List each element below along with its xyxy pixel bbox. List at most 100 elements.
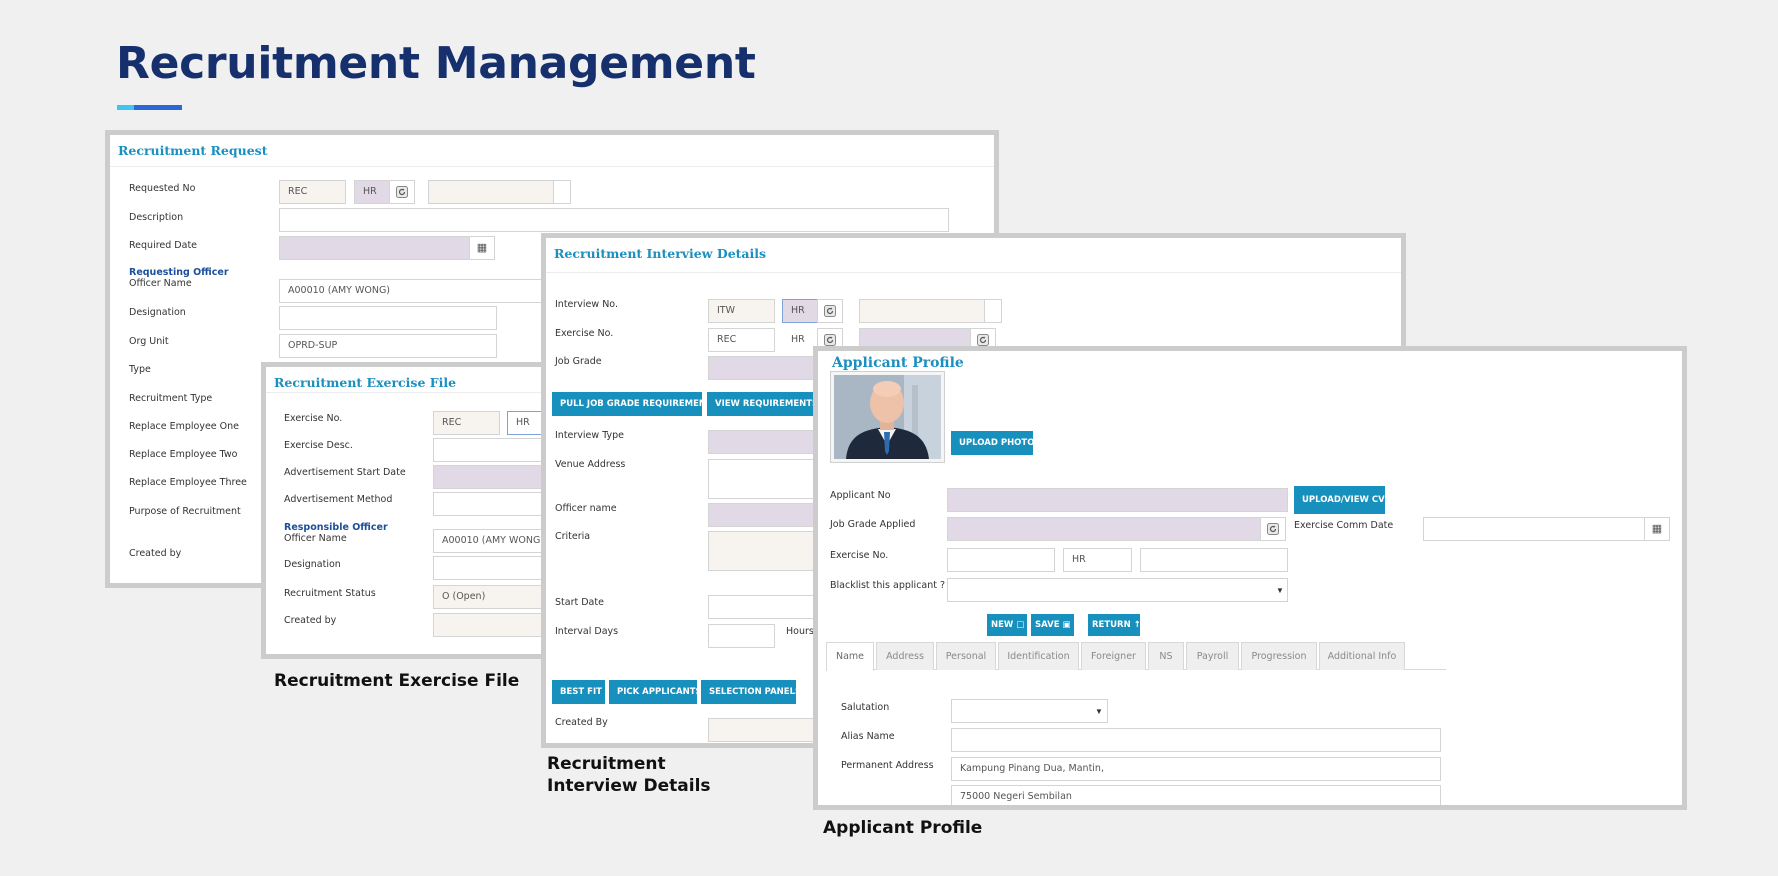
description-label: Description [129,212,184,223]
pick-applicants-button[interactable]: PICK APPLICANTS [609,680,702,704]
applicant-no-field[interactable] [947,488,1288,512]
recruitment-exercise-panel: Recruitment Exercise File Exercise No. R… [261,362,546,659]
officer-name-field[interactable]: A00010 (AMY WONG) [433,529,541,553]
org-unit-field[interactable]: OPRD-SUP [279,334,497,358]
exercise-comm-date-field[interactable] [1423,517,1645,541]
new-button[interactable]: NEW □ [987,614,1027,636]
best-fit-button[interactable]: BEST FIT [552,680,605,704]
requested-extra-field[interactable] [428,180,554,204]
tab-address[interactable]: Address [876,642,934,670]
replace-three-label: Replace Employee Three [129,477,247,488]
interview-no-label: Interview No. [555,299,618,310]
salutation-select[interactable] [951,699,1108,723]
exercise-no-label: Exercise No. [284,413,343,424]
panel-title: Applicant Profile [832,355,964,371]
designation-field[interactable] [279,306,497,330]
criteria-field[interactable] [708,531,828,571]
applicant-no-label: Applicant No [830,490,891,501]
responsible-officer-heading: Responsible Officer [284,522,388,533]
officer-name-field[interactable] [708,503,828,527]
purpose-label: Purpose of Recruitment [129,506,241,517]
required-date-field[interactable] [279,236,470,260]
criteria-label: Criteria [555,531,591,542]
exercise-comm-date-label: Exercise Comm Date [1294,520,1394,531]
designation-field[interactable] [433,556,541,580]
interval-days-field[interactable] [708,624,775,648]
selection-panels-button[interactable]: SELECTION PANELS [701,680,801,704]
tab-payroll[interactable]: Payroll [1186,642,1239,670]
panel-title: Recruitment Request [118,143,268,158]
tab-additional-info[interactable]: Additional Info [1319,642,1405,670]
refresh-icon[interactable] [817,299,843,323]
status-field[interactable]: O (Open) [433,585,541,609]
panel-title: Recruitment Interview Details [554,246,767,261]
profile-tabs: Name Address Personal Identification For… [826,642,1446,671]
description-field[interactable] [279,208,949,232]
created-by-label: Created by [129,548,182,559]
exercise-no-field[interactable] [947,548,1055,572]
return-button[interactable]: RETURN ↑ [1088,614,1141,636]
calendar-icon[interactable]: ▦ [1644,517,1670,541]
tab-progression[interactable]: Progression [1241,642,1317,670]
org-unit-label: Org Unit [129,336,169,347]
interval-days-label: Interval Days [555,626,619,637]
tab-personal[interactable]: Personal [936,642,996,670]
interview-dept-field[interactable]: HR [782,299,818,323]
applicant-photo [830,371,945,463]
refresh-icon[interactable] [1260,517,1286,541]
interview-extra-field[interactable] [859,299,985,323]
interview-extra-button[interactable] [984,299,1002,323]
adv-method-field[interactable] [433,492,541,516]
venue-field[interactable] [708,459,828,499]
blacklist-label: Blacklist this applicant ? [830,580,946,591]
exercise-no-field[interactable]: REC [708,328,775,352]
alias-name-field[interactable] [951,728,1441,752]
replace-one-label: Replace Employee One [129,421,240,432]
created-by-field[interactable] [433,613,541,637]
requested-no-label: Requested No [129,183,196,194]
requested-dept-field[interactable]: HR [354,180,390,204]
designation-label: Designation [129,307,186,318]
tab-identification[interactable]: Identification [998,642,1079,670]
tab-ns[interactable]: NS [1148,642,1184,670]
status-label: Recruitment Status [284,588,376,599]
address-line1-field[interactable]: Kampung Pinang Dua, Mantin, [951,757,1441,781]
interview-type-field[interactable] [708,430,828,454]
job-grade-applied-field[interactable] [947,517,1261,541]
adv-start-field[interactable] [433,465,541,489]
applicant-profile-panel: Applicant Profile UPLOAD PHOTO Applicant… [813,346,1687,810]
salutation-label: Salutation [841,702,890,713]
start-date-field[interactable] [708,595,828,619]
type-label: Type [129,364,151,375]
refresh-icon[interactable] [389,180,415,204]
upload-cv-button[interactable]: UPLOAD/VIEW CV [1294,486,1385,514]
exercise-no-label: Exercise No. [830,550,889,561]
job-grade-field[interactable] [708,356,828,380]
created-by-field[interactable] [708,718,828,742]
blacklist-select[interactable] [947,578,1288,602]
exercise-dept-field[interactable]: HR [1063,548,1132,572]
page-title: Recruitment Management [116,38,756,89]
save-button[interactable]: SAVE ▣ [1031,614,1074,636]
requested-no-field[interactable]: REC [279,180,346,204]
address-line2-field[interactable]: 75000 Negeri Sembilan [951,785,1441,805]
upload-photo-button[interactable]: UPLOAD PHOTO [951,431,1034,455]
calendar-icon[interactable]: ▦ [469,236,495,260]
view-requirements-button[interactable]: VIEW REQUIREMENTS [707,392,818,416]
interview-caption-line2: Interview Details [547,776,711,796]
requested-extra-button[interactable] [553,180,571,204]
exercise-desc-field[interactable] [1140,548,1288,572]
officer-name-field[interactable]: A00010 (AMY WONG) [279,279,579,303]
exercise-desc-field[interactable] [433,438,541,462]
interview-caption-line1: Recruitment [547,754,666,774]
start-date-label: Start Date [555,597,604,608]
exercise-no-field[interactable]: REC [433,411,500,435]
tab-name[interactable]: Name [826,642,874,671]
officer-name-label: Officer name [555,503,617,514]
job-grade-label: Job Grade [555,356,602,367]
tab-foreigner[interactable]: Foreigner [1081,642,1146,670]
chevron-down-icon: ▼ [1276,586,1284,595]
panel-title: Recruitment Exercise File [274,375,457,390]
interview-no-field[interactable]: ITW [708,299,775,323]
pull-job-grade-button[interactable]: PULL JOB GRADE REQUIREMENTS [552,392,718,416]
